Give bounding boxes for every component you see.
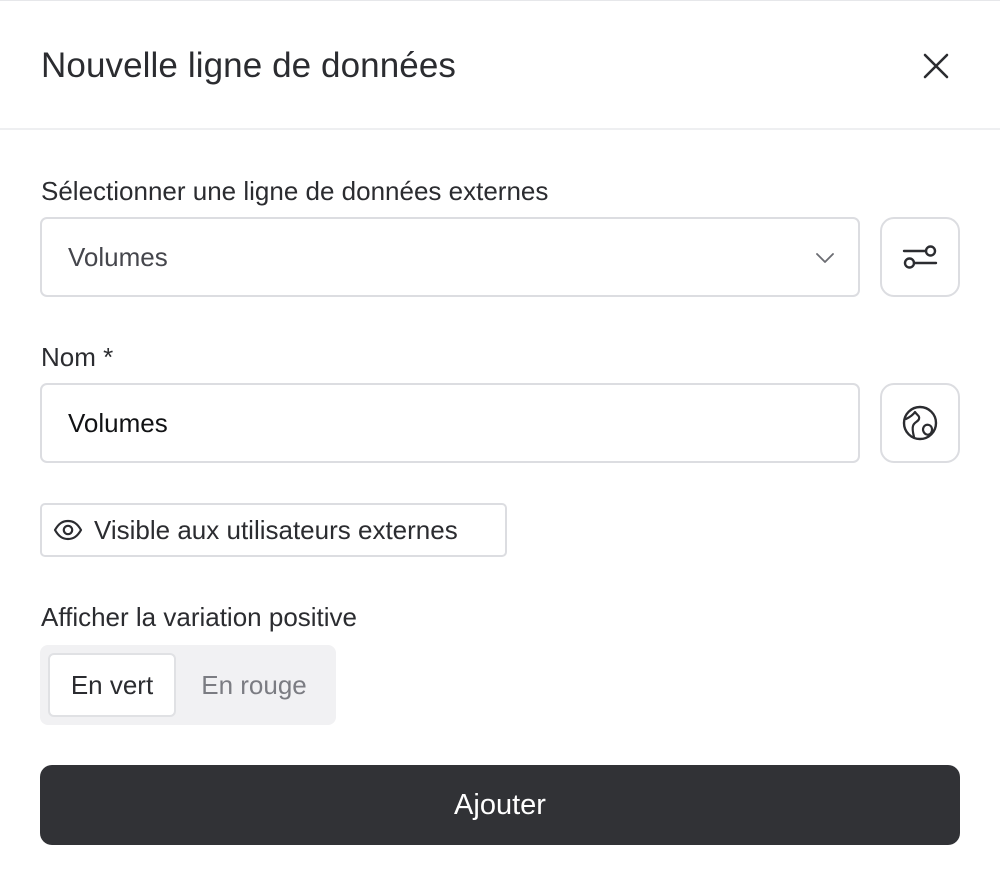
external-line-select[interactable]: Volumes: [40, 217, 860, 297]
add-button[interactable]: Ajouter: [40, 765, 960, 845]
external-visibility-toggle[interactable]: Visible aux utilisateurs externes: [40, 503, 507, 557]
external-line-selected-value: Volumes: [68, 242, 168, 272]
close-button[interactable]: [912, 42, 960, 90]
name-input[interactable]: Volumes: [40, 383, 860, 463]
option-en-rouge[interactable]: En rouge: [186, 653, 322, 717]
close-icon: [923, 53, 949, 79]
option-en-vert[interactable]: En vert: [48, 653, 176, 717]
new-data-line-modal: Nouvelle ligne de données Sélectionner u…: [0, 0, 1000, 884]
chevron-down-icon: [816, 253, 834, 263]
data-line-settings-button[interactable]: [880, 217, 960, 297]
name-field-label: Nom *: [41, 342, 114, 372]
external-visibility-label: Visible aux utilisateurs externes: [94, 515, 458, 545]
name-input-value: Volumes: [68, 408, 168, 438]
modal-title: Nouvelle ligne de données: [41, 46, 457, 85]
external-line-label: Sélectionner une ligne de données extern…: [41, 176, 549, 206]
translate-name-button[interactable]: [880, 383, 960, 463]
positive-variation-label: Afficher la variation positive: [41, 602, 358, 632]
positive-variation-segmented-control: En vert En rouge: [40, 645, 336, 725]
eye-icon: [53, 519, 83, 541]
globe-icon: [902, 405, 938, 441]
modal-header: Nouvelle ligne de données: [0, 1, 1000, 130]
sliders-icon: [902, 245, 938, 269]
